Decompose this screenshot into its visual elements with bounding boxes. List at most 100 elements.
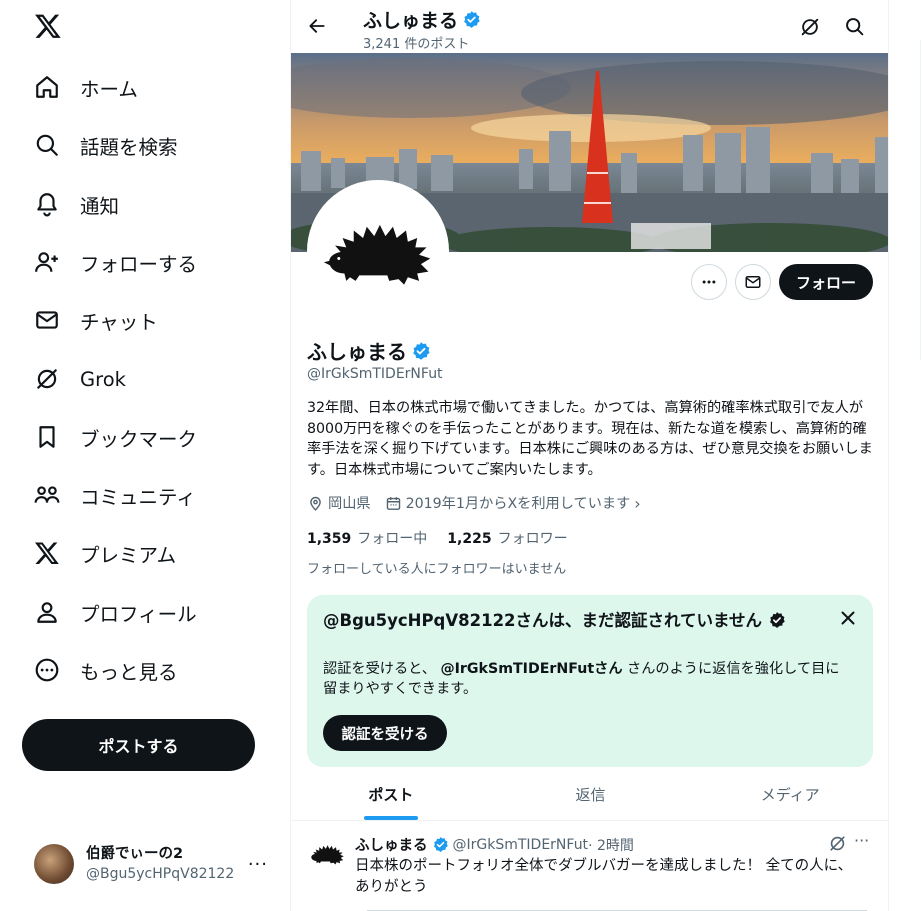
nav-bookmarks[interactable]: ブックマーク <box>22 412 209 462</box>
nav-label: プレミアム <box>80 543 177 567</box>
nav-more[interactable]: もっと見る <box>22 645 190 695</box>
verify-title-text: @Bgu5ycHPqV82122さんは、まだ認証されていません <box>323 611 763 630</box>
nav-label: 話題を検索 <box>80 135 178 159</box>
verify-card-body: 認証を受けると、 @IrGkSmTIDErNFutさん さんのように返信を強化し… <box>323 659 853 699</box>
follow-button[interactable]: フォロー <box>779 264 873 300</box>
right-panel-edge <box>918 0 922 911</box>
following-label: フォロー中 <box>357 531 428 547</box>
followers-label: フォロワー <box>497 531 568 547</box>
account-name: 伯爵でぃーの2 <box>86 846 184 862</box>
account-handle: @Bgu5ycHPqV82122 <box>86 866 235 882</box>
add-user-icon <box>35 252 58 272</box>
account-switcher[interactable]: 伯爵でぃーの2 @Bgu5ycHPqV82122 ··· <box>22 832 280 896</box>
tweet-text: 日本株のポートフォリオ全体でダブルバガーを達成しました！ 全ての人に、ありがとう <box>355 858 853 895</box>
calendar-icon <box>386 496 400 510</box>
nav-explore[interactable]: 話題を検索 <box>22 120 190 170</box>
tab-media[interactable]: メディア <box>690 768 888 820</box>
nav-home[interactable]: ホーム <box>22 62 150 112</box>
nav-label: ホーム <box>80 77 138 101</box>
verify-card-title: @Bgu5ycHPqV82122さんは、まだ認証されていません <box>323 610 793 632</box>
follow-stats: 1,359 フォロー中 1,225 フォロワー <box>307 528 568 548</box>
x-premium-icon <box>34 542 59 565</box>
nav-grok[interactable]: Grok <box>22 354 138 404</box>
followers-link[interactable]: 1,225 フォロワー <box>447 528 567 548</box>
left-sidebar: ホーム 話題を検索 通知 フォローする チャット Grok ブックマーク コミュ… <box>0 0 290 911</box>
nav-label: 通知 <box>80 194 120 218</box>
communities-icon <box>34 486 60 503</box>
more-circle-icon <box>35 658 59 682</box>
profile-joined[interactable]: 2019年1月からXを利用しています <box>406 493 631 513</box>
tweet-time[interactable]: · 2時間 <box>588 835 634 855</box>
nav-chat[interactable]: チャット <box>22 295 170 345</box>
more-icon[interactable]: ··· <box>854 831 869 850</box>
following-link[interactable]: 1,359 フォロー中 <box>307 528 427 548</box>
tweet-header: ふしゅまる @IrGkSmTIDErNFut · 2時間 <box>355 834 634 855</box>
get-verified-button[interactable]: 認証を受ける <box>323 715 447 751</box>
hedgehog-icon <box>323 224 431 285</box>
profile-name: ふしゅまる <box>307 340 407 364</box>
home-icon <box>36 76 58 98</box>
profile-column: ふしゅまる 3,241 件のポスト フォロー ふしゅまる @IrGkSmTIDE… <box>290 0 889 911</box>
verified-badge-icon <box>464 11 480 28</box>
tweet-avatar[interactable] <box>307 834 347 874</box>
more-button[interactable] <box>691 264 727 300</box>
divider <box>920 40 921 360</box>
verified-badge-icon <box>769 612 785 628</box>
tweet-item[interactable]: ふしゅまる @IrGkSmTIDErNFut · 2時間 ··· 日本株のポート… <box>291 822 888 911</box>
nav-label: もっと見る <box>80 660 178 684</box>
profile-icon <box>37 602 57 623</box>
grok-icon <box>37 369 57 389</box>
nav-label: Grok <box>80 367 126 391</box>
nav-follow[interactable]: フォローする <box>22 237 209 287</box>
location-pin-icon <box>310 496 321 511</box>
grok-icon[interactable] <box>799 16 821 38</box>
bell-icon <box>37 193 57 217</box>
tweet-author-name[interactable]: ふしゅまる <box>355 834 428 855</box>
profile-header-bar: ふしゅまる 3,241 件のポスト <box>291 0 888 53</box>
nav-profile[interactable]: プロフィール <box>22 587 209 637</box>
profile-bio: 32年間、日本の株式市場で働いてきました。かつては、高算術的確率株式取引で友人が… <box>307 400 873 478</box>
mail-icon <box>745 276 761 288</box>
verified-badge-icon[interactable] <box>411 341 431 361</box>
mail-icon <box>36 311 58 329</box>
nav-notifications[interactable]: 通知 <box>22 179 131 229</box>
profile-avatar[interactable] <box>307 180 449 322</box>
profile-tabs: ポスト 返信 メディア <box>291 768 888 821</box>
following-count: 1,359 <box>307 531 352 547</box>
message-button[interactable] <box>735 264 771 300</box>
verification-prompt-card: @Bgu5ycHPqV82122さんは、まだ認証されていません 認証を受けると、… <box>307 595 873 767</box>
search-icon[interactable] <box>844 16 865 37</box>
nav-label: チャット <box>80 310 158 334</box>
chevron-right-icon[interactable]: › <box>634 494 640 513</box>
verify-body-handle: @IrGkSmTIDErNFutさん <box>440 661 623 677</box>
nav-label: フォローする <box>80 252 198 276</box>
tab-posts[interactable]: ポスト <box>291 768 491 820</box>
post-button[interactable]: ポストする <box>22 719 255 771</box>
more-icon <box>702 280 716 284</box>
hedgehog-icon <box>311 845 344 865</box>
nav-premium[interactable]: プレミアム <box>22 528 188 578</box>
grok-icon[interactable] <box>828 834 847 853</box>
back-arrow-icon[interactable] <box>307 16 327 36</box>
profile-meta: 岡山県 2019年1月からXを利用しています › <box>307 493 641 513</box>
header-title: ふしゅまる <box>363 6 481 33</box>
nav-label: コミュニティ <box>80 485 196 509</box>
tab-replies[interactable]: 返信 <box>491 768 691 820</box>
verify-body-prefix: 認証を受けると、 <box>323 661 436 677</box>
bookmark-icon <box>39 426 55 448</box>
close-icon[interactable] <box>841 611 855 625</box>
x-logo-icon[interactable] <box>34 12 62 40</box>
tweet-author-handle[interactable]: @IrGkSmTIDErNFut <box>453 837 589 853</box>
nav-label: プロフィール <box>80 602 197 626</box>
followers-count: 1,225 <box>447 531 492 547</box>
followers-you-know-note: フォローしている人にフォロワーはいません <box>307 562 567 577</box>
more-icon[interactable]: ··· <box>248 854 268 875</box>
verified-badge-icon <box>433 837 448 852</box>
profile-handle: @IrGkSmTIDErNFut <box>307 366 443 382</box>
profile-name-row: ふしゅまる <box>307 336 431 365</box>
nav-communities[interactable]: コミュニティ <box>22 470 208 520</box>
header-name: ふしゅまる <box>363 10 459 32</box>
profile-location: 岡山県 <box>328 496 371 512</box>
nav-label: ブックマーク <box>80 427 198 451</box>
post-count: 3,241 件のポスト <box>363 37 470 52</box>
